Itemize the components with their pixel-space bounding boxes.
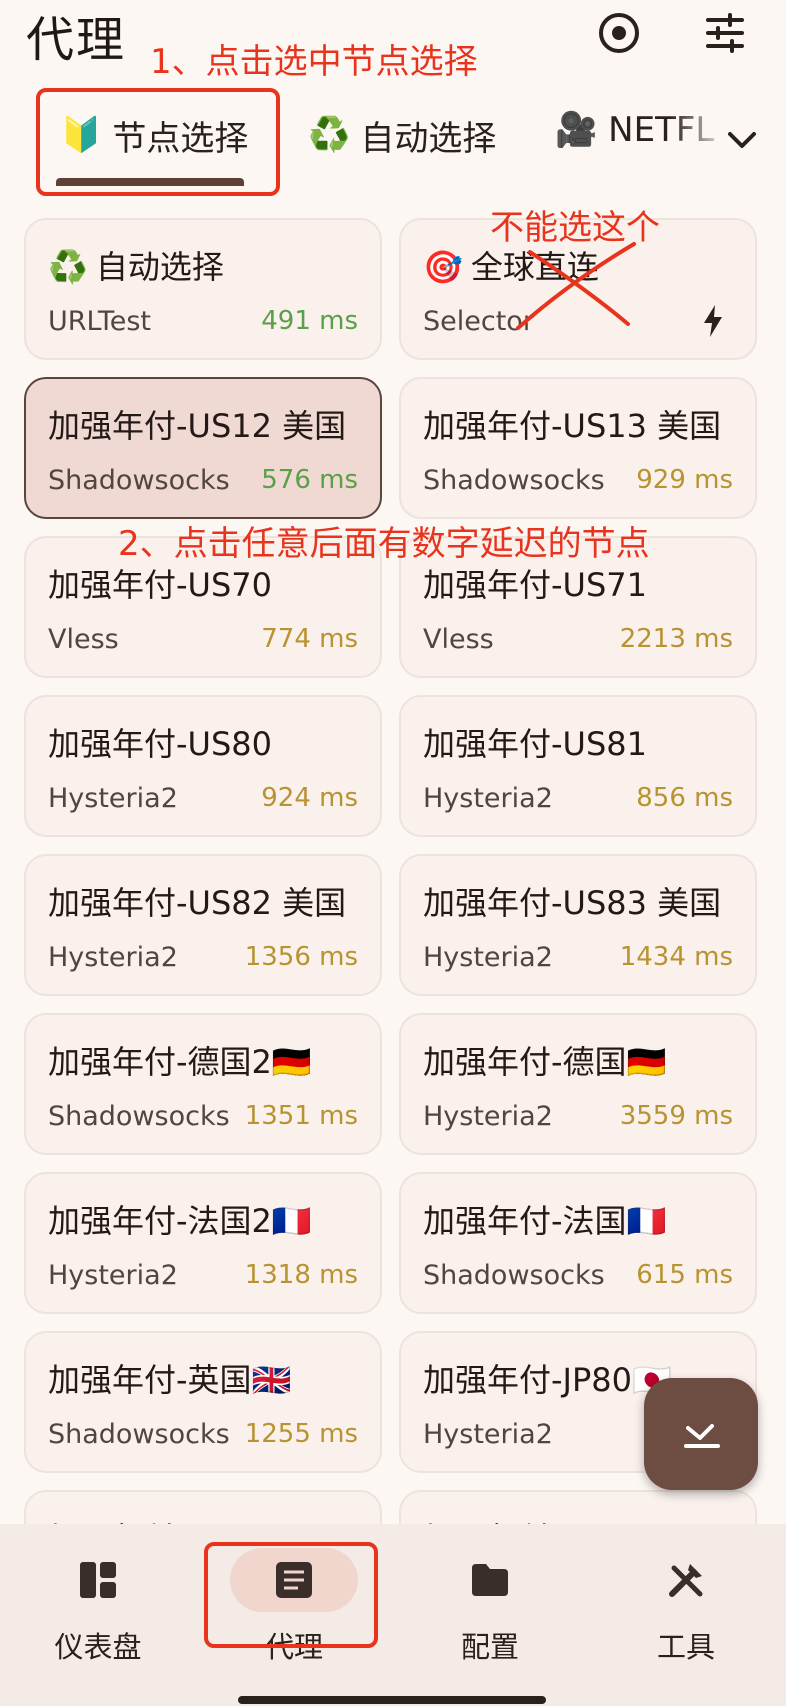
proxy-card[interactable]: ♻️ 自动选择 URLTest 491 ms — [24, 218, 382, 360]
nav-tools[interactable]: 工具 — [588, 1524, 784, 1674]
proxy-type: URLTest — [48, 306, 152, 337]
latency-test-button[interactable] — [644, 1378, 758, 1490]
proxy-type: Hysteria2 — [423, 942, 553, 973]
annotation-step2: 2、点击任意后面有数字延迟的节点 — [118, 524, 650, 564]
proxy-card[interactable]: 加强年付-法国2🇫🇷 Hysteria2 1318 ms — [24, 1172, 382, 1314]
proxy-type: Hysteria2 — [423, 783, 553, 814]
proxy-type: Shadowsocks — [423, 1260, 605, 1291]
proxy-card[interactable]: 加强年付-JP81 — [24, 1490, 382, 1524]
proxy-emoji: 🎯 — [423, 248, 463, 286]
proxy-type: Vless — [423, 624, 494, 655]
proxy-name: 加强年付-US83 美国 — [423, 884, 722, 922]
tab-auto-select[interactable]: ♻️ 自动选择 — [308, 110, 496, 160]
proxy-card[interactable]: 加强年付-法国🇫🇷 Shadowsocks 615 ms — [399, 1172, 757, 1314]
proxy-name: 自动选择 — [95, 248, 224, 286]
nav-label: 仪表盘 — [54, 1630, 142, 1664]
bolt-icon[interactable] — [701, 304, 725, 338]
proxy-name: 加强年付-US81 — [423, 725, 648, 763]
proxy-name: 加强年付-德国2🇩🇪 — [48, 1043, 312, 1081]
home-indicator — [238, 1696, 546, 1704]
annotation-box-nav — [204, 1542, 378, 1648]
proxy-type: Shadowsocks — [48, 465, 230, 496]
proxy-card[interactable]: 加强年付-US83 美国 Hysteria2 1434 ms — [399, 854, 757, 996]
proxy-card[interactable]: 加强年付-US13 美国 Shadowsocks 929 ms — [399, 377, 757, 519]
proxy-delay[interactable]: 774 ms — [261, 624, 358, 654]
chevron-down-icon[interactable] — [722, 120, 762, 160]
proxy-name: 加强年付-US82 美国 — [48, 884, 347, 922]
tab-fade — [670, 100, 730, 180]
proxy-grid: ♻️ 自动选择 URLTest 491 ms 🎯 全球直连 Selector 加强年付-US1… — [0, 0, 786, 1524]
proxy-name-row: ♻️ 自动选择 — [48, 242, 360, 288]
proxy-name: 加强年付-法国2🇫🇷 — [48, 1202, 312, 1240]
nav-label: 配置 — [460, 1630, 519, 1664]
proxy-delay[interactable]: 1434 ms — [620, 942, 733, 972]
proxy-delay[interactable]: 615 ms — [636, 1260, 733, 1290]
proxy-card[interactable]: 加强年付-US81 Hysteria2 856 ms — [399, 695, 757, 837]
folder-icon — [472, 1564, 508, 1596]
tab-label: 自动选择 — [360, 118, 497, 159]
proxy-type: Vless — [48, 624, 119, 655]
proxy-name: 加强年付-JP90 — [423, 1514, 735, 1524]
bottom-navigation: 仪表盘 代理 配置 工具 — [0, 1524, 786, 1706]
proxy-emoji: ♻️ — [48, 248, 88, 286]
proxy-name: 加强年付-英国🇬🇧 — [48, 1361, 292, 1399]
proxy-card[interactable]: 加强年付-JP90 — [399, 1490, 757, 1524]
proxy-card[interactable]: 加强年付-US12 美国 Shadowsocks 576 ms — [24, 377, 382, 519]
annotation-step1: 1、点击选中节点选择 — [150, 42, 478, 82]
annotation-box-tab — [36, 88, 280, 196]
proxy-card[interactable]: 加强年付-德国2🇩🇪 Shadowsocks 1351 ms — [24, 1013, 382, 1155]
proxy-name: 加强年付-US71 — [423, 566, 648, 604]
proxy-name: 加强年付-JP81 — [48, 1514, 360, 1524]
proxy-card[interactable]: 加强年付-US82 美国 Hysteria2 1356 ms — [24, 854, 382, 996]
proxy-name: 加强年付-法国🇫🇷 — [423, 1202, 667, 1240]
proxy-name: 加强年付-US80 — [48, 725, 273, 763]
proxy-delay[interactable]: 576 ms — [261, 465, 358, 495]
proxy-delay[interactable]: 924 ms — [261, 783, 358, 813]
proxy-type: Hysteria2 — [48, 942, 178, 973]
proxy-type: Hysteria2 — [423, 1101, 553, 1132]
proxy-delay[interactable]: 1318 ms — [245, 1260, 358, 1290]
tools-icon — [669, 1564, 703, 1597]
proxy-delay[interactable]: 3559 ms — [620, 1101, 733, 1131]
dashboard-icon — [80, 1562, 116, 1598]
proxy-card[interactable]: 加强年付-德国🇩🇪 Hysteria2 3559 ms — [399, 1013, 757, 1155]
proxy-delay[interactable]: 491 ms — [261, 306, 358, 336]
proxy-delay[interactable]: 1356 ms — [245, 942, 358, 972]
speed-test-icon — [684, 1424, 720, 1448]
proxy-card[interactable]: 加强年付-US80 Hysteria2 924 ms — [24, 695, 382, 837]
proxy-type: Shadowsocks — [48, 1419, 230, 1450]
proxy-type: Hysteria2 — [423, 1419, 553, 1450]
proxy-type: Shadowsocks — [48, 1101, 230, 1132]
proxy-type: Hysteria2 — [48, 1260, 178, 1291]
proxy-name: 加强年付-US70 — [48, 566, 273, 604]
nav-config[interactable]: 配置 — [392, 1524, 588, 1674]
proxy-delay[interactable]: 2213 ms — [620, 624, 733, 654]
proxy-name: 加强年付-US13 美国 — [423, 407, 722, 445]
proxy-type: Shadowsocks — [423, 465, 605, 496]
proxy-delay[interactable]: 929 ms — [636, 465, 733, 495]
proxy-delay[interactable]: 1255 ms — [245, 1419, 358, 1449]
proxy-name: 加强年付-德国🇩🇪 — [423, 1043, 667, 1081]
proxy-delay[interactable]: 1351 ms — [245, 1101, 358, 1131]
nav-dashboard[interactable]: 仪表盘 — [0, 1524, 196, 1674]
nav-label: 工具 — [656, 1630, 715, 1664]
proxy-name: 加强年付-US12 美国 — [48, 407, 347, 445]
proxy-card[interactable]: 加强年付-英国🇬🇧 Shadowsocks 1255 ms — [24, 1331, 382, 1473]
annotation-cross — [516, 242, 636, 330]
proxy-delay[interactable]: 856 ms — [636, 783, 733, 813]
proxy-type: Hysteria2 — [48, 783, 178, 814]
